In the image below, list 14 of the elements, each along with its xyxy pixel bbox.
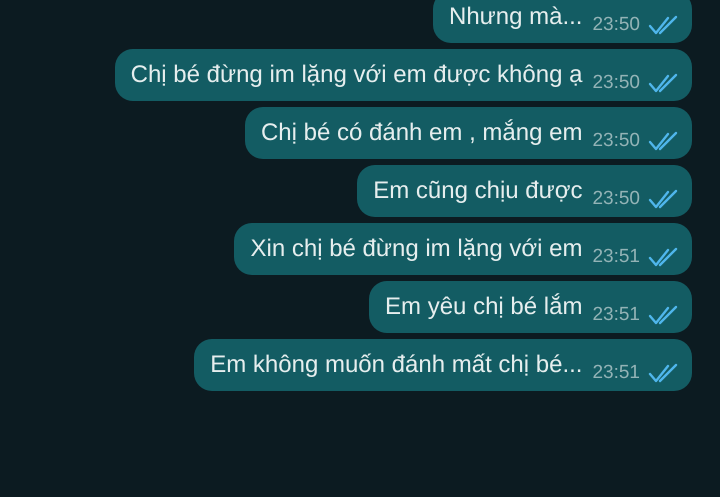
message-text: Em không muốn đánh mất chị bé... — [210, 350, 582, 380]
message-text: Nhưng mà... — [449, 2, 582, 32]
message-text: Em cũng chịu được — [373, 176, 582, 206]
message-text: Chị bé đừng im lặng với em được không ạ — [130, 60, 582, 90]
message-time: 23:51 — [592, 303, 640, 327]
message-time: 23:50 — [592, 129, 640, 153]
message-time: 23:51 — [592, 361, 640, 385]
message-text: Em yêu chị bé lắm — [385, 292, 582, 322]
message-time: 23:50 — [592, 187, 640, 211]
message-time: 23:50 — [592, 13, 640, 37]
message-time: 23:51 — [592, 245, 640, 269]
message-time: 23:50 — [592, 71, 640, 95]
message-text: Xin chị bé đừng im lặng với em — [250, 234, 582, 264]
message-text: Chị bé có đánh em , mắng em — [260, 118, 582, 148]
